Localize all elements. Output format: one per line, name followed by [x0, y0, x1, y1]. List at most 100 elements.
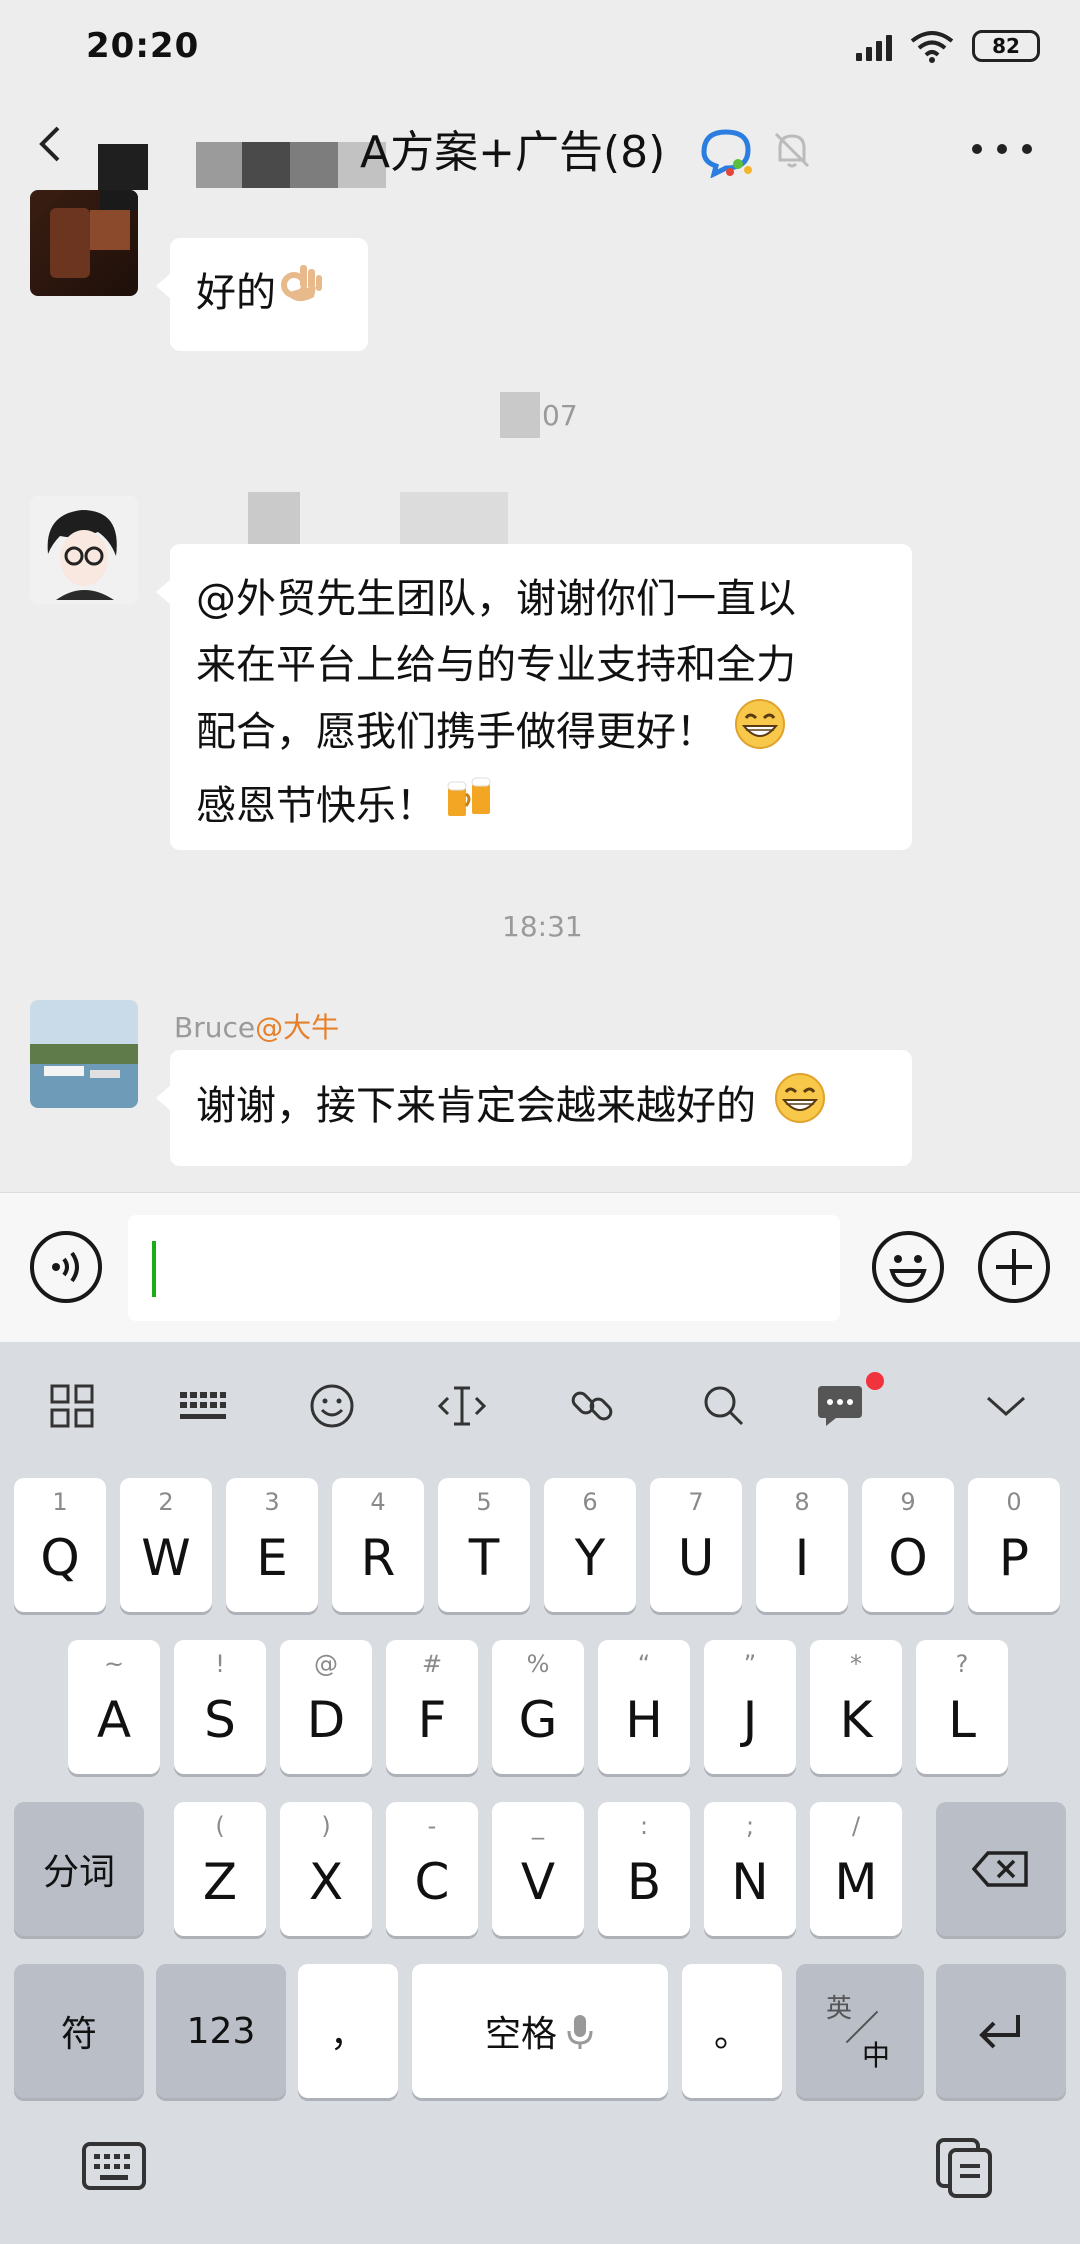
key-x[interactable]: ) X — [280, 1802, 372, 1936]
beer-mugs-emoji — [442, 770, 498, 846]
more-options-icon[interactable] — [972, 144, 1032, 156]
key-sub-label: 9 — [900, 1488, 916, 1516]
mute-notifications-icon — [774, 132, 810, 168]
key-sub-label: / — [851, 1812, 861, 1840]
key-sub-label: “ — [637, 1650, 651, 1678]
message-bubble[interactable]: 好的 — [156, 238, 368, 351]
key-u[interactable]: 7U — [650, 1478, 742, 1612]
message-input[interactable] — [128, 1215, 840, 1321]
key-t[interactable]: 5T — [438, 1478, 530, 1612]
message-text: 好的 — [196, 270, 276, 316]
space-key[interactable]: 空格 — [412, 1964, 668, 2098]
key-sub-label: # — [421, 1650, 443, 1678]
key-o[interactable]: 9O — [862, 1478, 954, 1612]
battery-indicator: 82 — [972, 30, 1040, 62]
key-sub-label: @ — [314, 1650, 338, 1678]
avatar-sender-bruce[interactable] — [30, 1000, 138, 1108]
key-g[interactable]: % G — [492, 1640, 584, 1774]
key-v[interactable]: _ V — [492, 1802, 584, 1936]
key-k[interactable]: * K — [810, 1640, 902, 1774]
key-label: F — [417, 1691, 447, 1749]
key-label: R — [360, 1529, 396, 1587]
voice-input-button[interactable] — [30, 1231, 102, 1303]
clipboard-icon[interactable] — [932, 2134, 998, 2200]
key-a[interactable]: ~ A — [68, 1640, 160, 1774]
key-sub-label: ; — [745, 1812, 755, 1840]
key-sub-label: 3 — [264, 1488, 280, 1516]
fenci-key[interactable]: 分词 — [14, 1802, 144, 1936]
microphone-icon — [567, 2015, 593, 2049]
key-z[interactable]: (Z — [174, 1802, 266, 1936]
key-s[interactable]: ! S — [174, 1640, 266, 1774]
back-arrow-icon[interactable] — [30, 122, 74, 166]
apps-grid-icon[interactable] — [44, 1378, 100, 1434]
key-sub-label: ) — [321, 1812, 331, 1840]
key-label: H — [625, 1691, 663, 1749]
avatar-sender-2[interactable] — [30, 496, 138, 604]
key-c[interactable]: -C — [386, 1802, 478, 1936]
enter-key[interactable] — [936, 1964, 1066, 2098]
period-key[interactable]: 。 — [682, 1964, 782, 2098]
key-sub-label: 7 — [688, 1488, 704, 1516]
message-bubble[interactable]: 谢谢，接下来肯定会越来越好的 — [156, 1050, 912, 1166]
emoji-button[interactable] — [872, 1231, 944, 1303]
key-f[interactable]: # F — [386, 1640, 478, 1774]
key-j[interactable]: ” J — [704, 1640, 796, 1774]
key-sub-label: 4 — [370, 1488, 386, 1516]
ok-hand-emoji — [276, 261, 324, 329]
backspace-key[interactable] — [936, 1802, 1066, 1936]
keyboard-layout-icon[interactable] — [174, 1378, 230, 1434]
chat-title: A方案+广告(8) — [360, 127, 666, 178]
sender-name: Bruce@大牛 — [174, 1011, 340, 1044]
key-label: B — [626, 1853, 662, 1911]
redacted-name — [98, 144, 148, 190]
grinning-face-emoji — [774, 1072, 826, 1144]
key-label: Z — [202, 1853, 238, 1911]
key-sub-label: 1 — [52, 1488, 68, 1516]
avatar-sender-1[interactable] — [30, 190, 138, 296]
message-bubble[interactable]: @外贸先生团队，谢谢你们一直以 来在平台上给与的专业支持和全力 配合，愿我们携手… — [156, 544, 912, 850]
more-functions-button[interactable] — [978, 1231, 1050, 1303]
status-bar: 20:20 82 — [0, 0, 1080, 92]
key-label: N — [731, 1853, 769, 1911]
key-label: O — [888, 1529, 928, 1587]
key-i[interactable]: 8I — [756, 1478, 848, 1612]
emoji-panel-icon[interactable] — [304, 1378, 360, 1434]
grinning-face-emoji — [734, 698, 786, 770]
key-label: I — [794, 1529, 810, 1587]
key-sub-label: ~ — [103, 1650, 125, 1678]
timestamp: 18:31 — [502, 910, 583, 943]
key-n[interactable]: ; N — [704, 1802, 796, 1936]
collapse-keyboard-icon[interactable] — [978, 1378, 1034, 1434]
text-cursor — [152, 1241, 156, 1297]
key-d[interactable]: @ D — [280, 1640, 372, 1774]
keyboard: 1Q2W3E4R5T6Y7U8I9O0P ~ A! S @ D # F% G “H” J * K? L … — [0, 1342, 1080, 2244]
key-e[interactable]: 3E — [226, 1478, 318, 1612]
clipboard-link-icon[interactable] — [564, 1378, 620, 1434]
language-switch-key[interactable]: 英 中 — [796, 1964, 924, 2098]
key-sub-label: * — [850, 1650, 862, 1678]
key-q[interactable]: 1Q — [14, 1478, 106, 1612]
message-text: 谢谢，接下来肯定会越来越好的 — [196, 1083, 756, 1129]
key-h[interactable]: “H — [598, 1640, 690, 1774]
key-label: D — [306, 1691, 346, 1749]
status-icons: 82 — [856, 29, 1040, 63]
message-text: @外贸先生团队，谢谢你们一直以 来在平台上给与的专业支持和全力 配合，愿我们携手… — [196, 566, 886, 846]
chat-bubble-icon[interactable] — [812, 1378, 868, 1434]
key-w[interactable]: 2W — [120, 1478, 212, 1612]
key-b[interactable]: :B — [598, 1802, 690, 1936]
symbol-key[interactable]: 符 — [14, 1964, 144, 2098]
key-r[interactable]: 4R — [332, 1478, 424, 1612]
cursor-edit-icon[interactable] — [434, 1378, 490, 1434]
comma-key[interactable]: ， — [298, 1964, 398, 2098]
key-y[interactable]: 6Y — [544, 1478, 636, 1612]
number-key[interactable]: 123 — [156, 1964, 286, 2098]
key-label: E — [256, 1529, 288, 1587]
keyboard-toggle-icon[interactable] — [80, 2138, 148, 2194]
key-p[interactable]: 0P — [968, 1478, 1060, 1612]
key-m[interactable]: / M — [810, 1802, 902, 1936]
key-l[interactable]: ? L — [916, 1640, 1008, 1774]
key-sub-label: 6 — [582, 1488, 598, 1516]
search-icon[interactable] — [696, 1378, 752, 1434]
key-label: X — [308, 1853, 344, 1911]
